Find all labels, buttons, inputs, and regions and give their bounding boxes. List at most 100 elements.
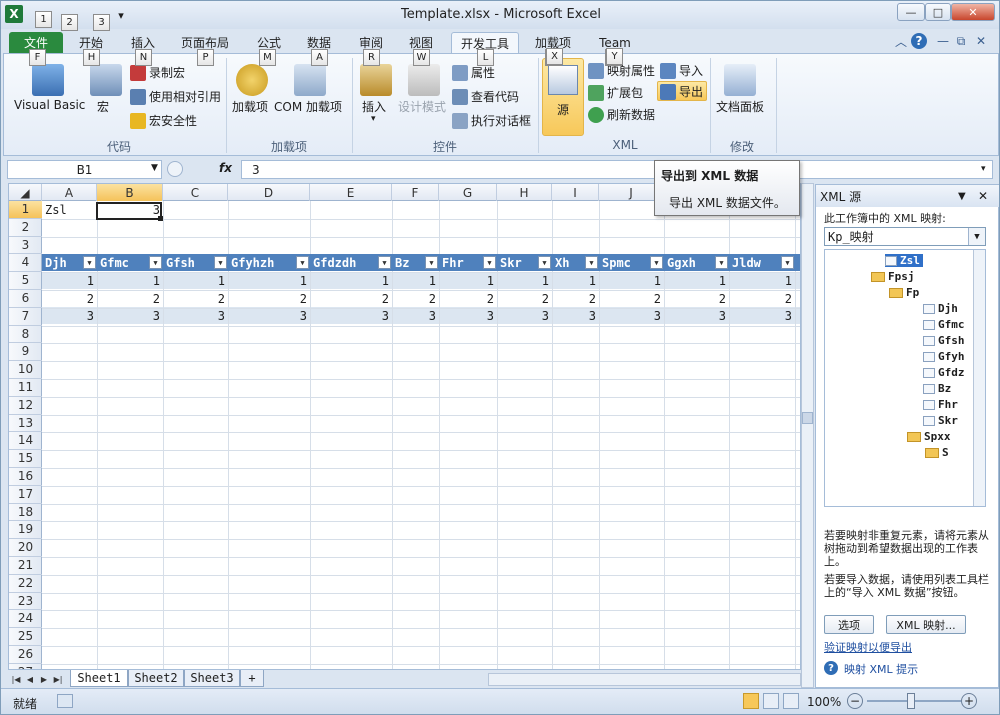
normal-view-icon[interactable] xyxy=(743,693,759,709)
view-code-button[interactable]: 查看代码 xyxy=(452,88,519,105)
expand-formula-bar-icon[interactable]: ▾ xyxy=(981,164,986,174)
row-header[interactable]: 4 xyxy=(9,254,42,273)
import-button[interactable]: 导入 xyxy=(660,62,703,79)
row-header[interactable]: 18 xyxy=(9,504,42,522)
verify-map-link[interactable]: 验证映射以便导出 xyxy=(824,641,912,654)
table-cell[interactable]: 1 xyxy=(392,272,439,289)
filter-dropdown-icon[interactable]: ▼ xyxy=(538,256,551,270)
relative-refs-button[interactable]: 使用相对引用 xyxy=(130,88,221,105)
row-header[interactable]: 3 xyxy=(9,237,42,255)
export-button-content[interactable]: 导出 xyxy=(660,83,703,100)
row-header[interactable]: 6 xyxy=(9,290,42,308)
table-cell[interactable]: 2 xyxy=(97,290,163,307)
column-header[interactable]: G xyxy=(439,184,497,201)
properties-button[interactable]: 属性 xyxy=(452,64,495,81)
zoom-level[interactable]: 100% xyxy=(807,695,841,709)
row-header[interactable]: 26 xyxy=(9,646,42,664)
doc-minimize-icon[interactable]: — xyxy=(935,33,951,49)
filter-dropdown-icon[interactable]: ▼ xyxy=(378,256,391,270)
table-cell[interactable]: 3 xyxy=(439,308,497,325)
insert-dropdown-icon[interactable]: ▾ xyxy=(371,114,376,124)
row-header[interactable]: 20 xyxy=(9,539,42,557)
row-header[interactable]: 9 xyxy=(9,343,42,362)
close-icon[interactable]: ✕ xyxy=(951,3,995,21)
design-mode-button[interactable]: 设计模式 xyxy=(398,98,446,115)
xml-tree[interactable]: Zsl Fpsj Fp Djh Gfmc Gfsh Gfyh Gfdz Bz F… xyxy=(824,249,986,507)
filter-dropdown-icon[interactable]: ▼ xyxy=(149,256,162,270)
row-header[interactable]: 11 xyxy=(9,379,42,397)
tree-node[interactable]: Djh xyxy=(923,302,958,315)
row-header[interactable]: 14 xyxy=(9,432,42,451)
row-header[interactable]: 2 xyxy=(9,219,42,237)
table-cell[interactable]: 2 xyxy=(729,290,795,307)
doc-restore-icon[interactable]: ⧉ xyxy=(953,33,969,49)
row-header[interactable]: 12 xyxy=(9,397,42,415)
row-header[interactable]: 10 xyxy=(9,361,42,379)
column-header[interactable]: H xyxy=(497,184,552,201)
column-header[interactable]: C xyxy=(163,184,228,201)
zoom-slider-thumb[interactable] xyxy=(907,693,915,709)
tree-node[interactable]: Skr xyxy=(923,414,958,427)
pane-close-icon[interactable]: ✕ xyxy=(978,189,988,203)
refresh-data-button[interactable]: 刷新数据 xyxy=(588,106,655,123)
sheet-tab[interactable]: Sheet2 xyxy=(128,670,184,687)
select-all-corner[interactable]: ◢ xyxy=(9,184,42,201)
macro-record-icon[interactable] xyxy=(57,694,73,708)
xml-source-button[interactable]: 源 xyxy=(542,58,584,136)
table-cell[interactable]: 1 xyxy=(664,272,729,289)
pane-options-icon[interactable]: ▼ xyxy=(958,191,966,202)
filter-dropdown-icon[interactable]: ▼ xyxy=(425,256,438,270)
insert-sheet-icon[interactable]: + xyxy=(240,670,264,687)
table-cell[interactable]: 1 xyxy=(599,272,664,289)
table-header-bz[interactable]: Bz ▼ xyxy=(392,254,439,272)
table-cell[interactable]: 2 xyxy=(599,290,664,307)
next-sheet-icon[interactable]: ▶ xyxy=(38,672,50,686)
table-cell[interactable]: 3 xyxy=(664,308,729,325)
table-cell[interactable]: 2 xyxy=(552,290,599,307)
row-header[interactable]: 17 xyxy=(9,486,42,504)
macro-security-button[interactable]: 宏安全性 xyxy=(130,112,197,129)
fill-handle[interactable] xyxy=(158,216,163,221)
row-header[interactable]: 13 xyxy=(9,415,42,433)
addins-button[interactable]: 加载项 xyxy=(232,98,268,115)
name-box-dropdown-icon[interactable]: ▼ xyxy=(151,163,158,173)
table-cell[interactable]: 3 xyxy=(228,308,310,325)
table-cell[interactable]: 1 xyxy=(729,272,795,289)
last-sheet-icon[interactable]: ▶| xyxy=(52,672,64,686)
table-cell[interactable]: 3 xyxy=(163,308,228,325)
column-header[interactable]: A xyxy=(42,184,97,201)
table-cell[interactable]: 1 xyxy=(228,272,310,289)
table-cell[interactable]: 3 xyxy=(42,308,97,325)
row-header[interactable]: 21 xyxy=(9,557,42,575)
row-header[interactable]: 8 xyxy=(9,326,42,344)
tree-node-zsl[interactable]: Zsl xyxy=(885,254,923,267)
active-cell-b1[interactable] xyxy=(96,202,162,220)
com-addins-button[interactable]: COM 加载项 xyxy=(274,98,342,115)
tree-node-s[interactable]: S xyxy=(925,446,949,459)
row-header[interactable]: 23 xyxy=(9,593,42,611)
table-header-skr[interactable]: Skr ▼ xyxy=(497,254,552,272)
table-header-gfdzdh[interactable]: Gfdzdh ▼ xyxy=(310,254,392,272)
filter-dropdown-icon[interactable]: ▼ xyxy=(585,256,598,270)
minimize-icon[interactable]: — xyxy=(897,3,925,21)
column-header[interactable]: D xyxy=(228,184,310,201)
filter-dropdown-icon[interactable]: ▼ xyxy=(483,256,496,270)
row-header[interactable]: 22 xyxy=(9,575,42,593)
table-cell[interactable]: 1 xyxy=(439,272,497,289)
table-cell[interactable]: 3 xyxy=(599,308,664,325)
formula-cancel-icon[interactable] xyxy=(167,161,183,177)
tree-node[interactable]: Gfsh xyxy=(923,334,965,347)
column-header[interactable]: F xyxy=(392,184,439,201)
horizontal-scrollbar[interactable] xyxy=(488,673,801,686)
table-cell[interactable]: 1 xyxy=(310,272,392,289)
table-header-gfyhzh[interactable]: Gfyhzh ▼ xyxy=(228,254,310,272)
sheet-tab[interactable]: Sheet1 xyxy=(70,670,128,687)
row-header[interactable]: 19 xyxy=(9,521,42,540)
table-cell[interactable]: 1 xyxy=(552,272,599,289)
insert-control-button[interactable]: 插入 xyxy=(362,98,386,115)
column-header[interactable]: I xyxy=(552,184,599,201)
column-header[interactable]: E xyxy=(310,184,392,201)
table-cell[interactable]: 2 xyxy=(497,290,552,307)
tree-scrollbar[interactable] xyxy=(973,250,985,506)
table-cell[interactable]: 1 xyxy=(97,272,163,289)
